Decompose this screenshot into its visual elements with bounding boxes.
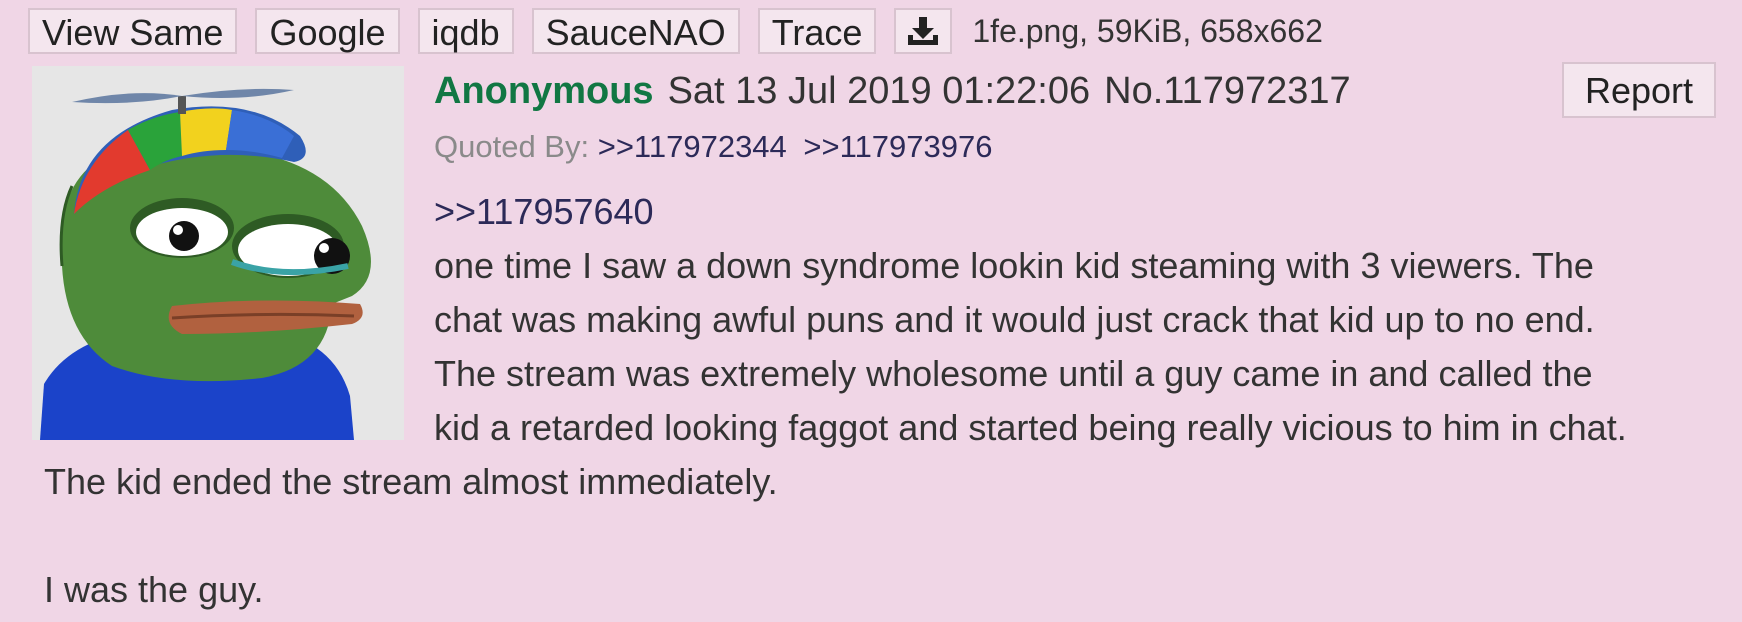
poster-name: Anonymous — [434, 70, 654, 112]
post-number[interactable]: No.117972317 — [1104, 70, 1351, 113]
reply-quote-link[interactable]: >>117957640 — [434, 185, 654, 239]
quoted-by-link[interactable]: >>117972344 — [598, 129, 787, 164]
download-button[interactable] — [894, 8, 953, 54]
quoted-by: Quoted By: >>117972344 >>117973976 — [434, 129, 1001, 165]
google-button[interactable]: Google — [255, 8, 400, 54]
post-text-line: kid a retarded looking faggot and starte… — [434, 407, 1627, 448]
download-icon — [908, 17, 939, 45]
post-text-line: chat was making awful puns and it would … — [434, 299, 1595, 340]
post-text-line: The kid ended the stream almost immediat… — [44, 461, 778, 502]
quoted-by-link[interactable]: >>117973976 — [803, 129, 992, 164]
post-thumbnail-image[interactable] — [32, 66, 404, 440]
report-button[interactable]: Report — [1562, 62, 1716, 118]
iqdb-button[interactable]: iqdb — [417, 8, 514, 54]
quoted-by-label: Quoted By: — [434, 129, 590, 164]
image-toolbar: View Same Google iqdb SauceNAO Trace 1fe… — [28, 6, 1323, 56]
post-text-line: one time I saw a down syndrome lookin ki… — [434, 245, 1594, 286]
trace-button[interactable]: Trace — [757, 8, 877, 54]
file-info: 1fe.png, 59KiB, 658x662 — [972, 12, 1323, 49]
post-text-line: The stream was extremely wholesome until… — [434, 353, 1593, 394]
post-header: Anonymous Sat 13 Jul 2019 01:22:06 No.11… — [434, 70, 1351, 113]
saucenao-button[interactable]: SauceNAO — [531, 8, 740, 54]
view-same-button[interactable]: View Same — [28, 8, 238, 54]
post-text-line: I was the guy. — [44, 569, 264, 610]
post-date: Sat 13 Jul 2019 01:22:06 — [667, 70, 1091, 112]
